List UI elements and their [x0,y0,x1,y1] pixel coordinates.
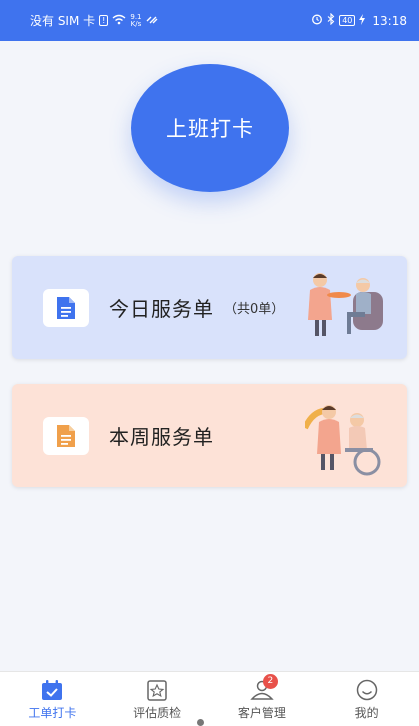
tab-customer-management[interactable]: 2 客户管理 [210,672,315,726]
today-orders-card[interactable]: 今日服务单 （共0单） [12,256,407,359]
battery-level: 40 [339,15,356,26]
document-icon [43,288,89,327]
clock-time: 13:18 [372,13,407,28]
home-indicator [197,719,204,726]
smile-icon [356,679,378,701]
tab-label: 客户管理 [237,706,286,720]
carrier-text: 没有 SIM 卡 [30,14,96,28]
net-speed-unit: K/s [130,19,142,28]
caregiver-wheelchair-illustration [302,398,387,482]
tab-label: 我的 [354,706,379,720]
status-right: 40 13:18 [311,12,407,28]
charging-icon [359,13,366,28]
sim-alert-icon: ! [99,15,109,26]
status-left: 没有 SIM 卡 ! 9.1 K/s [30,12,158,29]
net-speed: 9.1 K/s [130,13,142,28]
tab-work-order-clock[interactable]: 工单打卡 [0,672,105,726]
bluetooth-icon [327,12,335,28]
tab-assessment[interactable]: 评估质检 [105,672,210,726]
star-card-icon [147,679,167,701]
today-orders-count: （共0单） [224,302,285,317]
tab-mine[interactable]: 我的 [314,672,419,726]
clock-in-button[interactable]: 上班打卡 [131,64,289,192]
user-icon: 2 [250,674,278,701]
document-icon [43,416,89,455]
signal-link-icon [146,14,158,28]
week-orders-card[interactable]: 本周服务单 [12,384,407,487]
today-orders-title: 今日服务单 [109,297,214,321]
tab-label: 评估质检 [133,706,182,720]
customer-badge: 2 [262,674,278,689]
alarm-icon [311,13,323,28]
caregiver-serving-elder-illustration [305,270,387,344]
status-bar: 没有 SIM 卡 ! 9.1 K/s 40 13:18 [0,0,419,41]
wifi-icon [112,14,126,28]
week-orders-title: 本周服务单 [109,425,214,449]
tab-label: 工单打卡 [28,706,77,720]
calendar-check-icon [41,679,63,701]
bottom-tab-bar: 工单打卡 评估质检 2 客户管理 我的 [0,671,419,726]
